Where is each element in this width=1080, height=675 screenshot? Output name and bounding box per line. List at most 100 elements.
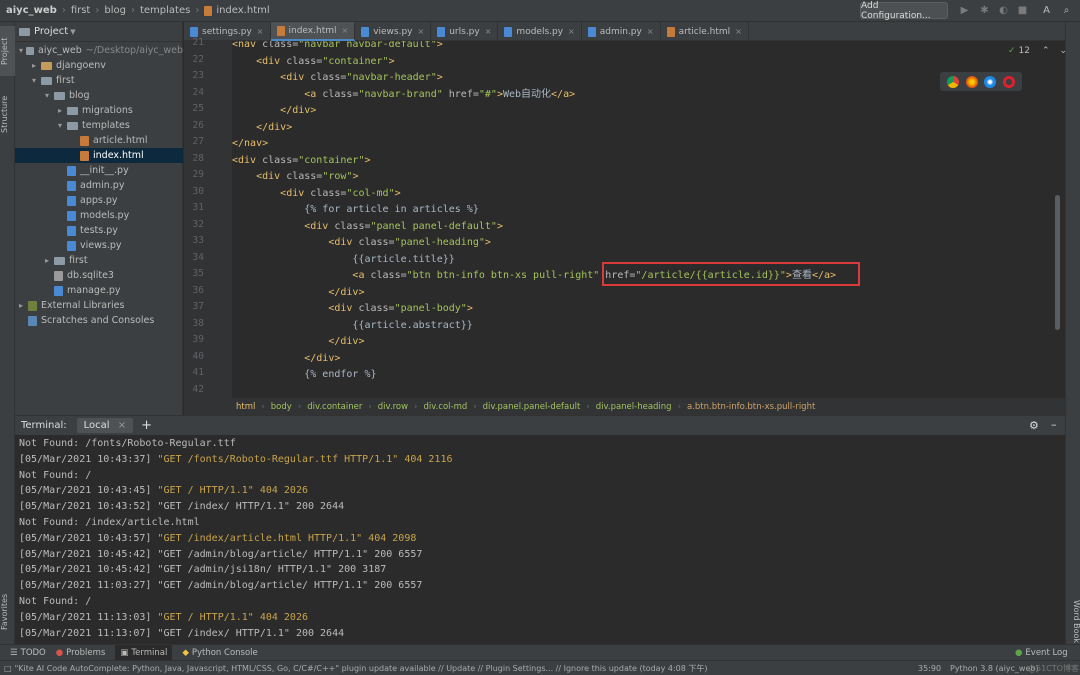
firefox-icon[interactable] [965,75,978,88]
tree-item[interactable]: ▾ templates [15,118,183,133]
terminal-tab-local[interactable]: Local × [76,418,134,433]
code-line[interactable]: {% for article in articles %} [232,202,479,218]
line-number[interactable]: 31 [184,202,204,213]
tree-item[interactable]: views.py [15,238,183,253]
tree-item[interactable]: article.html [15,133,183,148]
code-editor[interactable]: <nav class="navbar navbar-default"> <div… [232,41,1065,398]
tree-item[interactable]: ▾ aiyc_web ~/Desktop/aiyc_web [15,43,183,58]
code-line[interactable]: <div class="container"> [232,54,395,70]
chevron-right-icon[interactable]: ▸ [45,256,54,265]
line-number[interactable]: 30 [184,186,204,197]
code-line[interactable]: </div> [232,351,340,367]
line-number[interactable]: 27 [184,136,204,147]
editor-tab[interactable]: index.html × [270,22,356,41]
terminal-tool-button[interactable]: ▣ Terminal [115,644,173,661]
tree-item[interactable]: ▸ djangoenv [15,58,183,73]
problems-tool-button[interactable]: ● Problems [56,648,106,658]
chevron-down-icon[interactable]: ▾ [45,91,54,100]
line-number[interactable]: 21 [184,37,204,48]
crumb-blog[interactable]: blog [104,5,126,16]
crumb-file[interactable]: index.html [216,5,269,16]
gear-icon[interactable]: ⚙ [1029,419,1039,432]
line-number[interactable]: 29 [184,169,204,180]
code-line[interactable]: </div> [232,103,316,119]
add-configuration-button[interactable]: Add Configuration... [860,1,948,21]
close-icon[interactable]: × [341,26,348,35]
line-number[interactable]: 22 [184,54,204,65]
line-number[interactable]: 38 [184,318,204,329]
caret-position[interactable]: 35:90 [918,664,941,673]
code-line[interactable]: </nav> [232,136,268,152]
tree-item[interactable]: manage.py [15,283,183,298]
search-everywhere-icon[interactable]: ⌕ [1060,4,1073,17]
breadcrumb-item[interactable]: div.row [378,402,408,412]
python-console-tool-button[interactable]: ◆ Python Console [182,648,257,658]
line-number[interactable]: 26 [184,120,204,131]
tree-item[interactable]: index.html [15,148,183,163]
translate-icon[interactable]: A [1040,4,1053,17]
line-number[interactable]: 40 [184,351,204,362]
chevron-right-icon[interactable]: ▸ [32,61,41,70]
close-icon[interactable]: × [735,27,742,36]
safari-icon[interactable] [984,75,997,88]
tree-item[interactable]: db.sqlite3 [15,268,183,283]
editor-tab[interactable]: models.py × [498,22,582,41]
line-number[interactable]: 33 [184,235,204,246]
chevron-right-icon[interactable]: ▸ [58,106,67,115]
project-view-selector[interactable]: Project [34,26,68,37]
crumb-first[interactable]: first [71,5,91,16]
breadcrumb-item[interactable]: div.container [307,402,362,412]
word-book-tool-tab[interactable]: Word Book [1066,592,1080,652]
line-number[interactable]: 42 [184,384,204,395]
code-line[interactable]: <div class="panel-body"> [232,301,473,317]
close-icon[interactable]: × [647,27,654,36]
status-toggle-icon[interactable]: □ [4,664,12,673]
chevron-down-icon[interactable]: ⌄ [1060,46,1068,56]
editor-scrollbar[interactable] [1055,195,1060,330]
line-number[interactable]: 36 [184,285,204,296]
chevron-down-icon[interactable]: ▾ [58,121,67,130]
editor-tab[interactable]: admin.py × [582,22,661,41]
close-icon[interactable]: × [485,27,492,36]
line-number[interactable]: 37 [184,301,204,312]
tree-item[interactable]: __init__.py [15,163,183,178]
line-number[interactable]: 32 [184,219,204,230]
tree-item[interactable]: models.py [15,208,183,223]
add-tab-icon[interactable]: + [141,418,152,433]
minimize-icon[interactable]: – [1051,418,1057,431]
todo-tool-button[interactable]: ☰ TODO [10,648,46,658]
opera-icon[interactable] [1002,75,1015,88]
tree-item[interactable]: admin.py [15,178,183,193]
breadcrumb-item[interactable]: div.panel-heading [596,402,672,412]
close-icon[interactable]: × [118,420,126,431]
line-number[interactable]: 39 [184,334,204,345]
favorites-tool-tab[interactable]: Favorites [0,582,15,642]
inspection-widget[interactable]: ✓ 12 ⌃ ⌄ [1008,46,1067,56]
code-line[interactable]: <div class="row"> [232,169,358,185]
code-line[interactable]: </div> [232,285,364,301]
code-line[interactable]: <div class="navbar-header"> [232,70,443,86]
breadcrumb-item[interactable]: div.col-md [423,402,467,412]
tree-item[interactable]: tests.py [15,223,183,238]
status-message[interactable]: "Kite AI Code AutoComplete: Python, Java… [15,663,905,674]
chevron-down-icon[interactable]: ▾ [32,76,41,85]
code-line[interactable]: <div class="container"> [232,153,371,169]
tree-item[interactable]: ▾ first [15,73,183,88]
debug-icon[interactable]: ✱ [978,4,991,17]
code-line[interactable]: {% endfor %} [232,367,376,383]
line-number[interactable]: 41 [184,367,204,378]
chevron-right-icon[interactable]: ▸ [19,301,28,310]
python-interpreter[interactable]: Python 3.8 (aiyc_web) [950,664,1039,673]
code-line[interactable]: {{article.abstract}} [232,318,472,334]
breadcrumb-item[interactable]: div.panel.panel-default [483,402,581,412]
chevron-down-icon[interactable]: ▾ [19,46,26,55]
breadcrumb-item[interactable]: a.btn.btn-info.btn-xs.pull-right [687,402,815,412]
code-line[interactable]: <a class="navbar-brand" href="#">Web自动化<… [232,87,575,103]
line-number[interactable]: 34 [184,252,204,263]
code-line[interactable]: </div> [232,334,364,350]
line-number[interactable]: 23 [184,70,204,81]
breadcrumb-item[interactable]: body [271,402,292,412]
code-line[interactable]: {{article.title}} [232,252,454,268]
tree-item[interactable]: ▸ migrations [15,103,183,118]
line-number[interactable]: 35 [184,268,204,279]
